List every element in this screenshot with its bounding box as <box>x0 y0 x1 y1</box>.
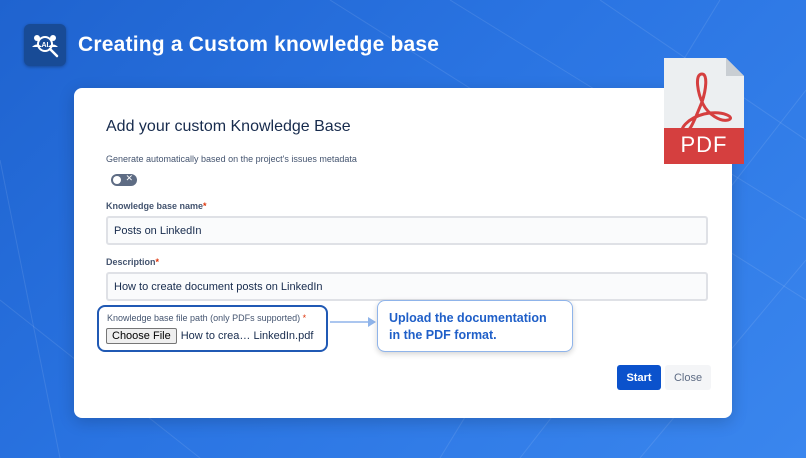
ai-team-search-icon: AI <box>24 24 66 66</box>
kb-name-label: Knowledge base name* <box>106 201 207 211</box>
banner: AI Creating a Custom knowledge base <box>24 24 439 66</box>
dialog-title: Add your custom Knowledge Base <box>106 118 351 135</box>
description-label: Description* <box>106 257 160 267</box>
toggle-off-icon: ✕ <box>125 173 133 183</box>
kb-name-value: Posts on LinkedIn <box>114 224 202 237</box>
callout-arrow-icon <box>330 317 376 327</box>
selected-file-name: How to crea… LinkedIn.pdf <box>180 330 314 342</box>
banner-title: Creating a Custom knowledge base <box>78 33 440 56</box>
callout-line-1: Upload the documentation <box>389 311 547 325</box>
callout-line-2: in the PDF format. <box>389 328 497 342</box>
auto-generate-toggle[interactable]: ✕ <box>111 173 137 186</box>
toggle-knob <box>113 176 121 184</box>
file-path-label: Knowledge base file path (only PDFs supp… <box>107 313 307 323</box>
start-button[interactable]: Start <box>617 365 661 390</box>
auto-generate-label: Generate automatically based on the proj… <box>106 154 357 164</box>
description-value: How to create document posts on LinkedIn <box>114 280 323 293</box>
pdf-badge-label: PDF <box>680 132 728 157</box>
description-input[interactable]: How to create document posts on LinkedIn <box>106 272 708 301</box>
upload-callout: Upload the documentation in the PDF form… <box>377 300 573 352</box>
file-upload-row: Choose File How to crea… LinkedIn.pdf <box>106 328 313 344</box>
kb-name-input[interactable]: Posts on LinkedIn <box>106 216 708 245</box>
choose-file-button[interactable]: Choose File <box>106 328 177 344</box>
close-button[interactable]: Close <box>665 365 711 390</box>
svg-text:AI: AI <box>42 42 49 49</box>
